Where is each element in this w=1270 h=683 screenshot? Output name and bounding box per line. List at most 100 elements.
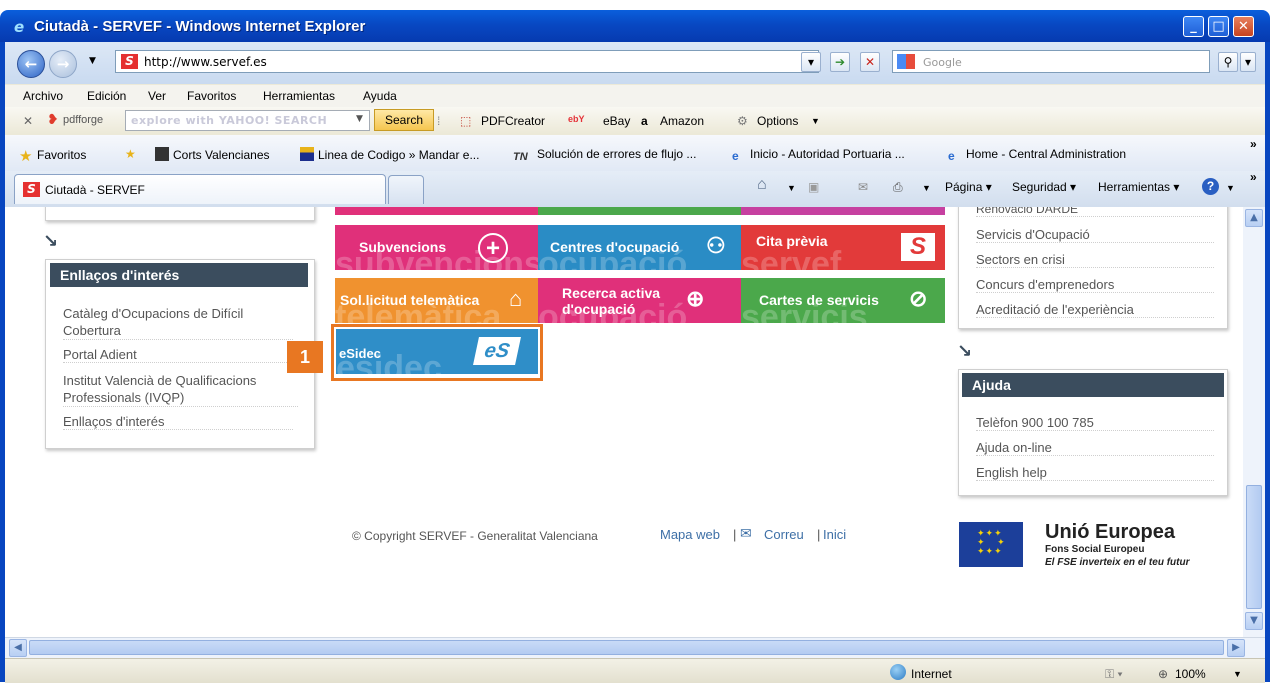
commandbar-overflow-icon[interactable]: » (1250, 170, 1257, 184)
link-concurs-emprenedors[interactable]: Concurs d'emprenedors (976, 277, 1214, 293)
stop-button[interactable]: ✕ (860, 52, 880, 72)
link-renovacio-darde[interactable]: Renovació DARDE (976, 207, 1214, 217)
toolbar-close-icon[interactable]: ✕ (23, 114, 33, 128)
close-button[interactable]: ✕ (1233, 16, 1254, 37)
link-telefon[interactable]: Telèfon 900 100 785 (976, 415, 1214, 431)
title-bar[interactable]: e Ciutadà - SERVEF - Windows Internet Ex… (0, 10, 1270, 42)
menu-ver[interactable]: Ver (148, 89, 166, 103)
arrow-marker-icon: ↘ (957, 341, 973, 362)
forward-button[interactable]: → (49, 50, 77, 78)
eu-subtitle: Fons Social Europeu (1045, 544, 1145, 555)
fav-solucion-errores[interactable]: TN Solución de errores de flujo ... (513, 147, 696, 165)
tile-recerca-activa[interactable]: ocupació Recerca activa d'ocupació ⊕ (538, 278, 741, 323)
search-input[interactable]: Google (923, 56, 962, 69)
back-button[interactable]: ← (17, 50, 45, 78)
home-icon[interactable]: ⌂ (757, 176, 767, 194)
zoom-level[interactable]: 100% (1175, 667, 1206, 681)
ebay-button[interactable]: eBay (603, 114, 630, 128)
horizontal-scroll-thumb[interactable] (29, 640, 1224, 655)
tile-label: Sol.licitud telemàtica (340, 292, 480, 308)
address-bar[interactable]: S http://www.servef.es (115, 50, 819, 73)
link-correu[interactable]: Correu (764, 527, 804, 542)
tile-label: Cita prèvia (756, 233, 828, 249)
home-dropdown-icon[interactable]: ▼ (787, 183, 796, 193)
fav-autoridad-portuaria[interactable]: e Inicio - Autoridad Portuaria ... (732, 147, 905, 163)
zoom-dropdown-icon[interactable]: ▼ (1233, 669, 1242, 679)
link-acreditacio[interactable]: Acreditació de l'experiència (976, 302, 1214, 318)
menu-archivo[interactable]: Archivo (23, 89, 63, 103)
pdfcreator-button[interactable]: PDFCreator (481, 114, 545, 128)
vertical-scrollbar[interactable]: ▲ ▼ (1243, 207, 1265, 637)
amazon-button[interactable]: Amazon (660, 114, 704, 128)
menu-edicion[interactable]: Edición (87, 89, 126, 103)
fav-central-administration[interactable]: e Home - Central Administration (948, 147, 1126, 163)
page-menu[interactable]: Página ▾ (945, 180, 992, 194)
fav-linea-de-codigo[interactable]: Linea de Codigo » Mandar e... (300, 147, 479, 162)
go-button[interactable]: ➔ (830, 52, 850, 72)
options-dropdown-icon[interactable]: ▼ (811, 116, 820, 126)
link-mapa-web[interactable]: Mapa web (660, 527, 720, 542)
yahoo-search-input[interactable]: explore with YAHOO! SEARCH (131, 114, 327, 127)
yahoo-search-button[interactable]: Search (374, 109, 434, 131)
link-cataleg[interactable]: Catàleg d'Ocupacions de Difícil Cobertur… (63, 305, 293, 340)
pdfforge-label: pdfforge (63, 114, 104, 126)
horizontal-scrollbar[interactable]: ◀ ▶ (5, 637, 1265, 658)
print-dropdown-icon[interactable]: ▼ (922, 183, 931, 193)
fav-corts-valencianes[interactable]: Corts Valencianes (155, 147, 270, 162)
link-ivqp[interactable]: Institut Valencià de Qualificacions Prof… (63, 372, 298, 407)
link-servicis-ocupacio[interactable]: Servicis d'Ocupació (976, 227, 1214, 243)
link-sectors-crisi[interactable]: Sectors en crisi (976, 252, 1214, 268)
link-english-help[interactable]: English help (976, 465, 1214, 481)
scroll-right-icon[interactable]: ▶ (1227, 639, 1245, 657)
google-logo-icon (897, 54, 915, 69)
scroll-down-icon[interactable]: ▼ (1245, 612, 1263, 630)
tile-subvencions[interactable]: subvencions Subvencions + (335, 225, 538, 270)
address-input[interactable]: http://www.servef.es (144, 55, 267, 69)
favorites-overflow-icon[interactable]: » (1250, 137, 1257, 151)
vertical-scroll-thumb[interactable] (1246, 485, 1262, 609)
menu-herramientas[interactable]: Herramientas (263, 89, 335, 103)
tab-servef[interactable]: S Ciutadà - SERVEF (14, 174, 386, 204)
tn-icon: TN (513, 151, 528, 163)
tile-cita-previa[interactable]: servef Cita prèvia S (741, 225, 945, 270)
yahoo-dropdown-icon[interactable]: ▼ (356, 114, 363, 124)
page-menu-label: Página (945, 180, 983, 194)
fav-label: Inicio - Autoridad Portuaria ... (750, 147, 905, 161)
search-options-icon[interactable]: ▾ (1240, 52, 1256, 72)
fav-label: Home - Central Administration (966, 147, 1127, 161)
menu-favoritos[interactable]: Favoritos (187, 89, 236, 103)
address-dropdown-icon[interactable]: ▾ (801, 52, 821, 72)
history-dropdown-icon[interactable]: ▼ (89, 56, 96, 66)
security-menu[interactable]: Seguridad ▾ (1012, 180, 1076, 194)
ebay-icon: ebY (568, 114, 585, 124)
search-magnifier-icon[interactable]: ⚲ (1218, 52, 1238, 72)
add-favorite-icon[interactable]: ★ (125, 147, 136, 161)
menu-ayuda[interactable]: Ayuda (363, 89, 397, 103)
tile-esidec[interactable]: esidec eSidec eS (336, 329, 538, 374)
scroll-up-icon[interactable]: ▲ (1245, 209, 1263, 227)
tab-title: Ciutadà - SERVEF (45, 183, 145, 197)
help-icon[interactable]: ? (1202, 178, 1219, 195)
print-icon[interactable]: ⎙ (893, 180, 903, 195)
new-tab-button[interactable] (388, 175, 424, 204)
link-portal-adient[interactable]: Portal Adient (63, 347, 293, 363)
tile-sollicitud-telematica[interactable]: telemàtica Sol.licitud telemàtica ⌂ (335, 278, 538, 323)
favorites-button[interactable]: ★ Favoritos (19, 147, 86, 165)
tools-menu[interactable]: Herramientas ▾ (1098, 180, 1179, 194)
maximize-button[interactable]: □ (1208, 16, 1229, 37)
search-box[interactable]: Google (892, 50, 1210, 73)
tile-centres-ocupacio[interactable]: ocupació Centres d'ocupació ⚇ (538, 225, 741, 270)
link-enllacos[interactable]: Enllaços d'interés (63, 414, 293, 430)
link-inici[interactable]: Inici (823, 527, 846, 542)
paperclip-icon: ⊘ (909, 286, 928, 311)
options-button[interactable]: Options (757, 114, 798, 128)
yahoo-search-box[interactable]: explore with YAHOO! SEARCH ▼ (125, 110, 370, 131)
protected-mode-icon[interactable]: ⚿ ▾ (1105, 667, 1123, 682)
scroll-left-icon[interactable]: ◀ (9, 639, 27, 657)
help-dropdown-icon[interactable]: ▼ (1226, 183, 1235, 193)
tile-cartes-servicis[interactable]: servicis Cartes de servicis ⊘ (741, 278, 945, 323)
minimize-button[interactable]: _ (1183, 16, 1204, 37)
link-ajuda-online[interactable]: Ajuda on-line (976, 440, 1214, 456)
mail-icon[interactable]: ✉ (858, 180, 868, 194)
feeds-icon[interactable]: ▣ (808, 180, 819, 194)
